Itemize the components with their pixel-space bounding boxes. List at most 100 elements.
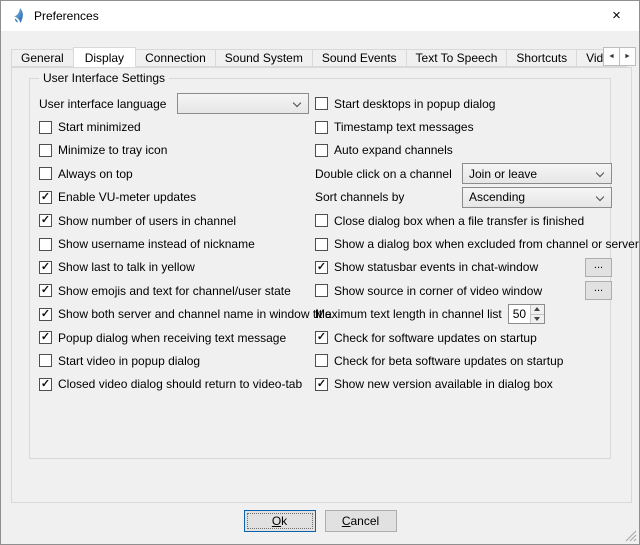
- checkbox-label: Enable VU-meter updates: [58, 190, 196, 204]
- checkbox-icon: [39, 214, 52, 227]
- checkbox-label: Start desktops in popup dialog: [334, 97, 495, 111]
- checkbox-icon: [315, 214, 328, 227]
- checkbox-video-popup-dialog[interactable]: Start video in popup dialog: [39, 349, 309, 372]
- video-source-browse-button[interactable]: ...: [585, 281, 612, 300]
- checkbox-icon: [39, 331, 52, 344]
- ok-button-label: Ok: [272, 514, 287, 528]
- checkbox-icon: [315, 144, 328, 157]
- max-text-length-value: 50: [509, 305, 530, 323]
- tab-general[interactable]: General: [11, 49, 74, 67]
- checkbox-server-channel-in-title[interactable]: Show both server and channel name in win…: [39, 303, 309, 326]
- triangle-down-icon: [534, 317, 540, 321]
- chevron-down-icon: [596, 193, 604, 201]
- checkbox-icon: [39, 238, 52, 251]
- statusbar-events-browse-button[interactable]: ...: [585, 258, 612, 277]
- checkbox-label: Show username instead of nickname: [58, 237, 255, 251]
- checkbox-popup-on-text-message[interactable]: Popup dialog when receiving text message: [39, 326, 309, 349]
- sort-channels-row: Sort channels by Ascending: [315, 186, 612, 209]
- tab-connection[interactable]: Connection: [135, 49, 216, 67]
- checkbox-icon: [315, 261, 328, 274]
- max-text-length-row: Maximum text length in channel list 50: [315, 303, 612, 326]
- checkbox-close-on-file-transfer[interactable]: Close dialog box when a file transfer is…: [315, 209, 612, 232]
- checkbox-statusbar-events[interactable]: Show statusbar events in chat-window: [315, 260, 538, 274]
- language-row: User interface language: [39, 92, 309, 115]
- preferences-dialog: { "window": { "title": "Preferences", "c…: [0, 0, 640, 545]
- checkbox-always-on-top[interactable]: Always on top: [39, 162, 309, 185]
- title-bar: Preferences ×: [1, 1, 639, 31]
- checkbox-icon: [39, 261, 52, 274]
- checkbox-auto-expand-channels[interactable]: Auto expand channels: [315, 139, 612, 162]
- checkbox-show-new-version[interactable]: Show new version available in dialog box: [315, 373, 612, 396]
- app-icon: [10, 8, 26, 24]
- checkbox-label: Show emojis and text for channel/user st…: [58, 284, 291, 298]
- checkbox-label: Show a dialog box when excluded from cha…: [334, 237, 639, 251]
- left-column: User interface language Start minimized …: [39, 92, 309, 396]
- checkbox-last-talk-yellow[interactable]: Show last to talk in yellow: [39, 256, 309, 279]
- checkbox-check-beta-updates[interactable]: Check for beta software updates on start…: [315, 349, 612, 372]
- right-column: Start desktops in popup dialog Timestamp…: [315, 92, 612, 396]
- checkbox-desktops-popup-dialog[interactable]: Start desktops in popup dialog: [315, 92, 612, 115]
- checkbox-icon: [39, 378, 52, 391]
- checkbox-label: Show new version available in dialog box: [334, 377, 553, 391]
- checkbox-label: Show last to talk in yellow: [58, 260, 195, 274]
- checkbox-label: Check for software updates on startup: [334, 331, 537, 345]
- checkbox-video-source-corner[interactable]: Show source in corner of video window: [315, 284, 542, 298]
- group-title: User Interface Settings: [39, 71, 169, 85]
- double-click-row: Double click on a channel Join or leave: [315, 162, 612, 185]
- cancel-button[interactable]: Cancel: [325, 510, 397, 532]
- video-source-row: Show source in corner of video window ..…: [315, 279, 612, 302]
- max-text-length-spinner[interactable]: 50: [508, 304, 545, 324]
- checkbox-icon: [39, 354, 52, 367]
- checkbox-start-minimized[interactable]: Start minimized: [39, 115, 309, 138]
- language-combobox[interactable]: [177, 93, 309, 114]
- checkbox-icon: [315, 378, 328, 391]
- double-click-value: Join or leave: [469, 167, 537, 181]
- checkbox-label: Closed video dialog should return to vid…: [58, 377, 302, 391]
- sort-channels-value: Ascending: [469, 190, 525, 204]
- tab-shortcuts[interactable]: Shortcuts: [506, 49, 577, 67]
- sort-channels-combobox[interactable]: Ascending: [462, 187, 612, 208]
- checkbox-icon: [315, 97, 328, 110]
- tab-display[interactable]: Display: [73, 47, 136, 68]
- spinner-down-button[interactable]: [531, 314, 544, 324]
- tab-sound-events[interactable]: Sound Events: [312, 49, 407, 67]
- checkbox-icon: [315, 354, 328, 367]
- checkbox-minimize-to-tray[interactable]: Minimize to tray icon: [39, 139, 309, 162]
- checkbox-emojis-and-text[interactable]: Show emojis and text for channel/user st…: [39, 279, 309, 302]
- checkbox-vu-meter-updates[interactable]: Enable VU-meter updates: [39, 186, 309, 209]
- ok-button[interactable]: Ok: [244, 510, 316, 532]
- tab-strip: General Display Connection Sound System …: [11, 47, 631, 68]
- checkbox-icon: [39, 308, 52, 321]
- spinner-buttons: [530, 305, 544, 323]
- tab-scroll-left-icon[interactable]: ◄: [603, 47, 620, 66]
- tab-text-to-speech[interactable]: Text To Speech: [406, 49, 508, 67]
- checkbox-icon: [315, 121, 328, 134]
- checkbox-icon: [39, 284, 52, 297]
- checkbox-label: Show source in corner of video window: [334, 284, 542, 298]
- close-button[interactable]: ×: [594, 1, 639, 30]
- checkbox-label: Show number of users in channel: [58, 214, 236, 228]
- checkbox-icon: [315, 331, 328, 344]
- statusbar-events-row: Show statusbar events in chat-window ...: [315, 256, 612, 279]
- checkbox-timestamp-messages[interactable]: Timestamp text messages: [315, 115, 612, 138]
- spinner-up-button[interactable]: [531, 305, 544, 314]
- tab-scroll-right-icon[interactable]: ►: [619, 47, 636, 66]
- max-text-length-label: Maximum text length in channel list: [315, 307, 502, 321]
- checkbox-icon: [39, 121, 52, 134]
- footer-buttons: Ok Cancel: [1, 510, 639, 532]
- checkbox-closed-video-return-tab[interactable]: Closed video dialog should return to vid…: [39, 373, 309, 396]
- checkbox-icon: [39, 167, 52, 180]
- checkbox-username-instead-nickname[interactable]: Show username instead of nickname: [39, 232, 309, 255]
- tab-scroll-control: ◄ ►: [603, 47, 636, 66]
- checkbox-icon: [39, 144, 52, 157]
- checkbox-label: Minimize to tray icon: [58, 143, 167, 157]
- cancel-button-label: Cancel: [342, 514, 379, 528]
- double-click-combobox[interactable]: Join or leave: [462, 163, 612, 184]
- checkbox-show-user-count[interactable]: Show number of users in channel: [39, 209, 309, 232]
- checkbox-check-updates[interactable]: Check for software updates on startup: [315, 326, 612, 349]
- double-click-label: Double click on a channel: [315, 167, 452, 181]
- checkbox-icon: [39, 191, 52, 204]
- checkbox-label: Show statusbar events in chat-window: [334, 260, 538, 274]
- tab-sound-system[interactable]: Sound System: [215, 49, 313, 67]
- checkbox-dialog-when-excluded[interactable]: Show a dialog box when excluded from cha…: [315, 232, 612, 255]
